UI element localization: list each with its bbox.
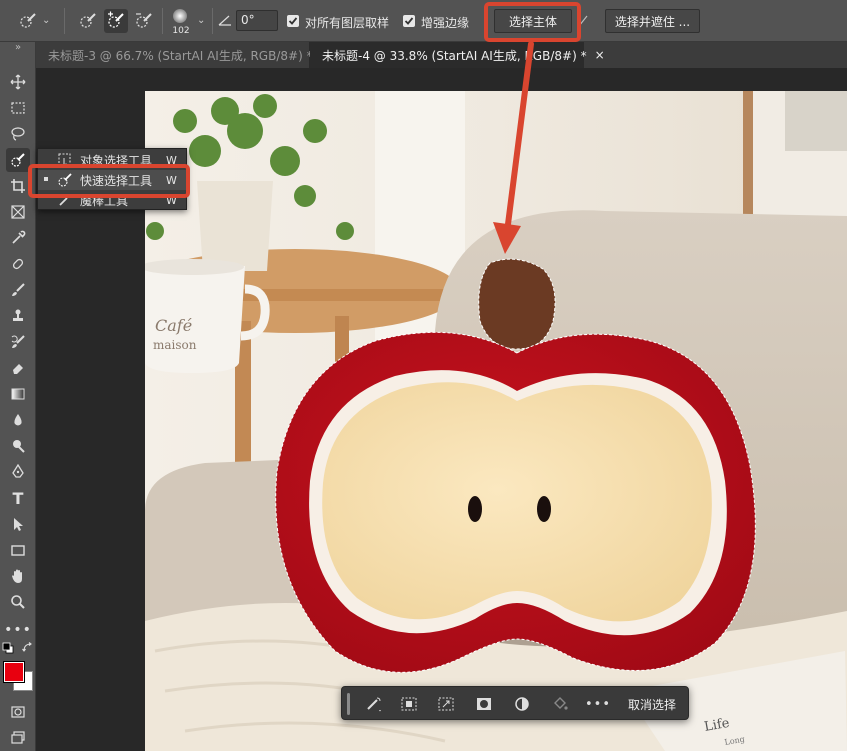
tool-preset-icon[interactable] xyxy=(16,9,40,33)
quick-selection-tool-item[interactable]: 快速选择工具 W xyxy=(38,170,186,190)
default-colors-icon[interactable] xyxy=(2,642,14,654)
foreground-color-swatch[interactable] xyxy=(3,661,25,683)
sample-all-layers-label: 对所有图层取样 xyxy=(305,16,390,30)
mug-text-2: maison xyxy=(153,338,197,352)
stamp-icon[interactable] xyxy=(6,304,30,328)
rectangle-icon[interactable] xyxy=(6,538,30,562)
more-icon[interactable]: ••• xyxy=(4,618,31,642)
add-to-selection-icon[interactable] xyxy=(104,9,128,33)
new-selection-icon[interactable] xyxy=(76,9,100,33)
hand-icon[interactable] xyxy=(6,564,30,588)
screen-mode-icon[interactable] xyxy=(6,726,30,750)
select-subject-button[interactable]: 选择主体 xyxy=(494,9,572,33)
magic-wand-tool-item[interactable]: 魔棒工具 W xyxy=(38,190,186,210)
pen-icon[interactable] xyxy=(6,460,30,484)
chevron-down-icon[interactable]: ⌄ xyxy=(197,15,205,26)
mask-icon[interactable] xyxy=(472,692,496,716)
enhance-edge-checkbox[interactable] xyxy=(403,15,415,27)
lasso-icon[interactable] xyxy=(6,122,30,146)
marquee-icon[interactable] xyxy=(6,96,30,120)
shortcut-key: W xyxy=(166,173,177,187)
zoom-icon[interactable] xyxy=(6,590,30,614)
path-selection-icon[interactable] xyxy=(6,512,30,536)
spot-healing-icon[interactable] xyxy=(6,252,30,276)
refresh-edge-icon[interactable] xyxy=(576,13,590,29)
object-selection-icon xyxy=(58,153,72,168)
select-and-mask-button[interactable]: 选择并遮住 ... xyxy=(605,9,700,33)
quick-selection-label: 快速选择工具 xyxy=(80,173,153,188)
swap-colors-icon[interactable] xyxy=(22,642,34,654)
options-bar: ⌄ 102 ⌄ 0° 对所有图层取样 增强边缘 选择主体 选择并遮住 ... xyxy=(0,0,847,42)
transform-selection-icon[interactable] xyxy=(434,692,458,716)
history-brush-icon[interactable] xyxy=(6,330,30,354)
quick-selection-icon xyxy=(58,173,72,187)
adjustment-layer-icon[interactable] xyxy=(510,692,534,716)
document-tab-bar: 未标题-3 @ 66.7% (StartAI AI生成, RGB/8#) * ×… xyxy=(0,42,847,68)
contextual-task-bar: ••• 取消选择 xyxy=(341,686,689,720)
object-selection-label: 对象选择工具 xyxy=(80,153,153,168)
angle-input[interactable]: 0° xyxy=(236,10,278,31)
document-image[interactable]: Café maison Life Long xyxy=(145,91,847,751)
invert-selection-icon[interactable] xyxy=(397,692,421,716)
shortcut-key: W xyxy=(166,153,177,167)
angle-icon xyxy=(218,13,232,27)
mug-text-1: Café xyxy=(155,316,192,335)
subtract-from-selection-icon[interactable] xyxy=(132,9,156,33)
eyedropper-icon[interactable] xyxy=(6,226,30,250)
brush-icon[interactable] xyxy=(6,278,30,302)
brush-size-value: 102 xyxy=(172,26,190,36)
tab-label: 未标题-3 @ 66.7% (StartAI AI生成, RGB/8#) * xyxy=(48,48,313,63)
type-icon[interactable]: T xyxy=(6,486,30,510)
tab-document-3[interactable]: 未标题-3 @ 66.7% (StartAI AI生成, RGB/8#) * × xyxy=(36,42,331,68)
move-icon[interactable] xyxy=(6,70,30,94)
selection-tools-flyout: 对象选择工具 W 快速选择工具 W 魔棒工具 W xyxy=(37,148,187,210)
close-icon[interactable]: × xyxy=(595,48,605,62)
magic-wand-icon xyxy=(58,193,72,207)
magic-wand-label: 魔棒工具 xyxy=(80,193,129,208)
collapse-panel-icon[interactable]: » xyxy=(6,42,30,53)
enhance-edge-label: 增强边缘 xyxy=(421,16,470,30)
frame-icon[interactable] xyxy=(6,200,30,224)
blur-icon[interactable] xyxy=(6,408,30,432)
more-options-icon[interactable]: ••• xyxy=(585,692,610,716)
quick-mask-icon[interactable] xyxy=(6,700,30,724)
chevron-down-icon[interactable]: ⌄ xyxy=(42,15,50,26)
quick-selection-icon[interactable] xyxy=(6,148,30,172)
tab-document-4[interactable]: 未标题-4 @ 33.8% (StartAI AI生成, RGB/8#) * × xyxy=(310,42,605,68)
deselect-button[interactable]: 取消选择 xyxy=(628,696,676,713)
active-bullet xyxy=(44,177,48,181)
tools-panel: » T ••• xyxy=(0,42,36,751)
tab-label: 未标题-4 @ 33.8% (StartAI AI生成, RGB/8#) * xyxy=(322,48,587,63)
dodge-icon[interactable] xyxy=(6,434,30,458)
brush-preview-icon[interactable] xyxy=(170,6,190,26)
eraser-icon[interactable] xyxy=(6,356,30,380)
modify-selection-icon[interactable] xyxy=(362,692,386,716)
sample-all-layers-checkbox[interactable] xyxy=(287,15,299,27)
drag-handle[interactable] xyxy=(347,693,350,715)
crop-icon[interactable] xyxy=(6,174,30,198)
shortcut-key: W xyxy=(166,193,177,207)
gradient-icon[interactable] xyxy=(6,382,30,406)
object-selection-tool-item[interactable]: 对象选择工具 W xyxy=(38,150,186,170)
fill-selection-icon[interactable] xyxy=(548,692,572,716)
